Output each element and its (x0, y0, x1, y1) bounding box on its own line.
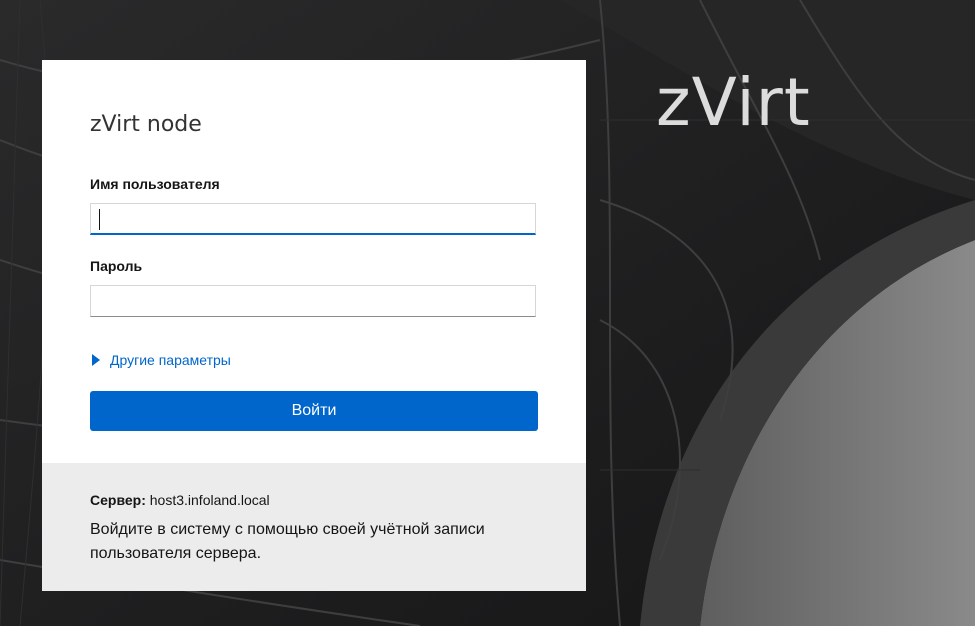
zvirt-logo: zVirt (656, 64, 811, 141)
login-form: zVirt node Имя пользователя Пароль Други… (42, 60, 586, 463)
more-options-label: Другие параметры (110, 352, 231, 368)
text-caret (99, 209, 100, 230)
more-options-toggle[interactable]: Другие параметры (92, 352, 231, 368)
login-card: zVirt node Имя пользователя Пароль Други… (42, 60, 586, 591)
caret-right-icon (92, 354, 100, 366)
server-info: Сервер: host3.infoland.local (90, 492, 270, 508)
username-input[interactable] (90, 203, 536, 235)
password-label: Пароль (90, 258, 143, 274)
server-value: host3.infoland.local (149, 492, 270, 508)
password-input[interactable] (90, 285, 536, 317)
server-label: Сервер: (90, 492, 146, 508)
page-title: zVirt node (90, 112, 202, 137)
login-footer: Сервер: host3.infoland.local Войдите в с… (42, 463, 586, 591)
username-label: Имя пользователя (90, 176, 220, 192)
login-button[interactable]: Войти (90, 391, 538, 431)
login-help-text: Войдите в систему с помощью своей учётно… (90, 521, 485, 562)
